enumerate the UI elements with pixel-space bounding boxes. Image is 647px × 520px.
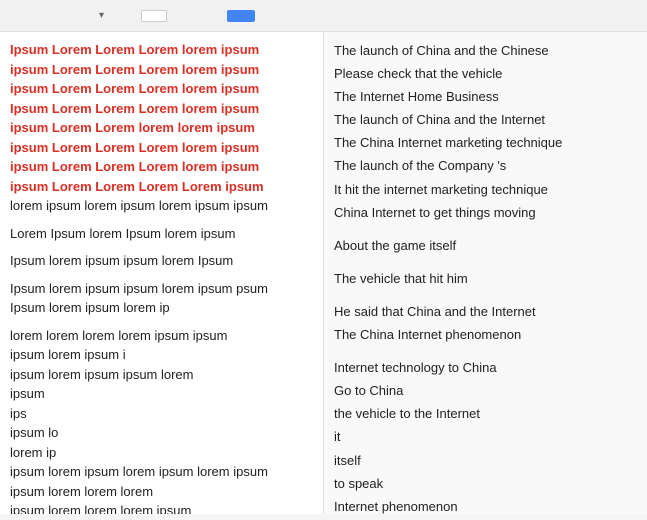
translation-text: The launch of China and the ChinesePleas… [334,40,637,514]
translation-line: The Internet Home Business [334,86,637,108]
translation-line: About the game itself [334,235,637,257]
tab-arabic-target[interactable] [193,10,219,22]
translation-line: to speak [334,473,637,495]
translation-line: It hit the internet marketing technique [334,179,637,201]
translate-button[interactable] [227,10,255,22]
tab-spanish-source[interactable] [8,10,34,22]
translation-line: China Internet to get things moving [334,202,637,224]
left-language-tabs: ▾ [8,4,113,27]
translation-line: itself [334,450,637,472]
translation-line: Internet phenomenon [334,496,637,514]
translation-line: Internet technology to China [334,357,637,379]
tab-english-target[interactable] [141,10,167,22]
tab-afrikaans-source[interactable] [60,10,86,22]
clear-button[interactable] [307,40,315,44]
translation-line: it [334,426,637,448]
tab-spanish-target[interactable] [167,10,193,22]
right-language-tabs [141,10,219,22]
tab-english-source[interactable] [34,10,60,22]
translation-line: Please check that the vehicle [334,63,637,85]
translation-line: The China Internet phenomenon [334,324,637,346]
main-area: Ipsum Lorem Lorem Lorem lorem ipsumipsum… [0,32,647,514]
translation-line: The vehicle that hit him [334,268,637,290]
translation-line: The launch of China and the Internet [334,109,637,131]
translation-line: The launch of the Company 's [334,155,637,177]
source-panel: Ipsum Lorem Lorem Lorem lorem ipsumipsum… [0,32,324,514]
chevron-down-icon: ▾ [99,10,104,21]
swap-languages-button[interactable] [121,12,133,20]
tab-latin-detected-source[interactable]: ▾ [86,4,113,27]
translation-panel: The launch of China and the ChinesePleas… [324,32,647,514]
translation-line: The launch of China and the Chinese [334,40,637,62]
top-bar: ▾ [0,0,647,32]
translation-line: He said that China and the Internet [334,301,637,323]
translation-line: The China Internet marketing technique [334,132,637,154]
source-text[interactable]: Ipsum Lorem Lorem Lorem lorem ipsumipsum… [10,40,313,514]
translation-line: Go to China [334,380,637,402]
translation-line: the vehicle to the Internet [334,403,637,425]
